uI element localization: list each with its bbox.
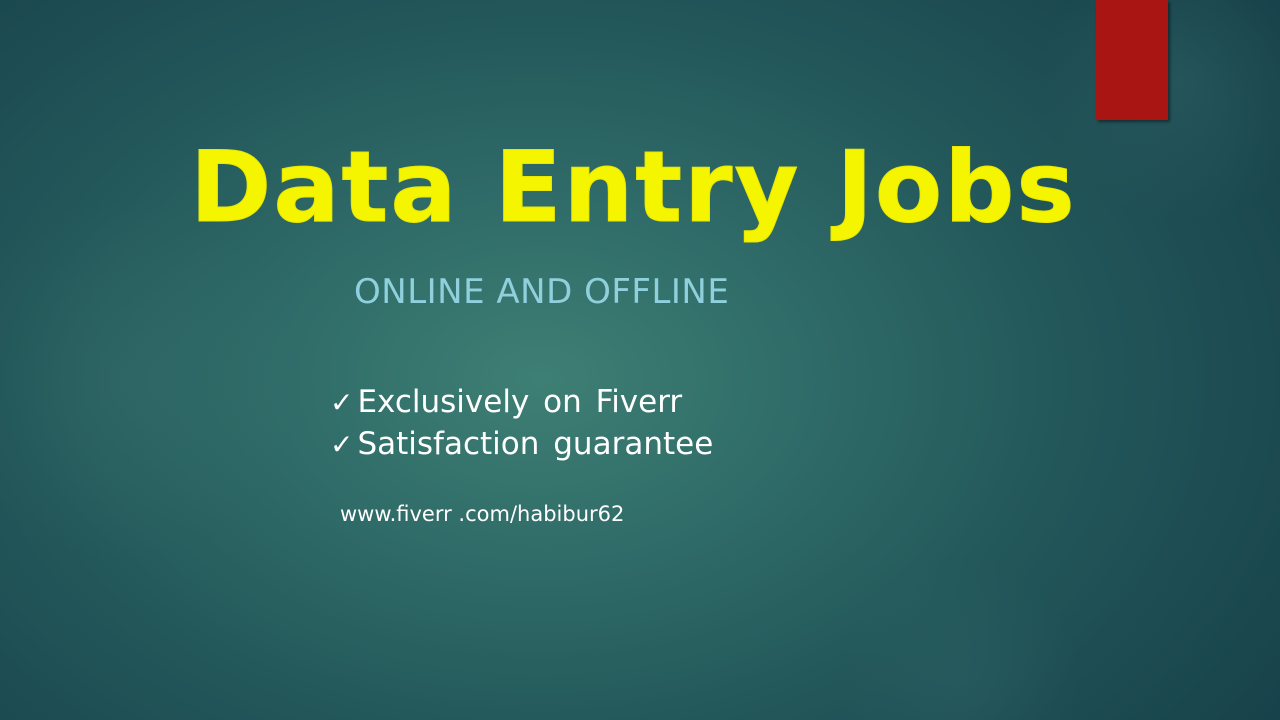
check-icon: ✓	[330, 428, 354, 461]
bullet-list: ✓ Exclusively on Fiverr ✓ Satisfaction g…	[330, 384, 713, 468]
background-glow	[0, 0, 1280, 720]
slide-title: Data Entry Jobs	[190, 131, 1077, 246]
check-icon: ✓	[330, 386, 354, 419]
red-accent-tab	[1096, 0, 1168, 120]
bullet-item-exclusive: ✓ Exclusively on Fiverr	[330, 384, 713, 426]
slide-canvas: Data Entry Jobs ONLINE AND OFFLINE ✓ Exc…	[0, 0, 1280, 720]
slide-subtitle: ONLINE AND OFFLINE	[354, 272, 730, 312]
bullet-label: Satisfaction guarantee	[357, 426, 714, 462]
bullet-item-satisfaction: ✓ Satisfaction guarantee	[330, 426, 713, 468]
profile-url: www.fiverr .com/habibur62	[340, 502, 625, 526]
bullet-label: Exclusively on Fiverr	[357, 384, 683, 420]
